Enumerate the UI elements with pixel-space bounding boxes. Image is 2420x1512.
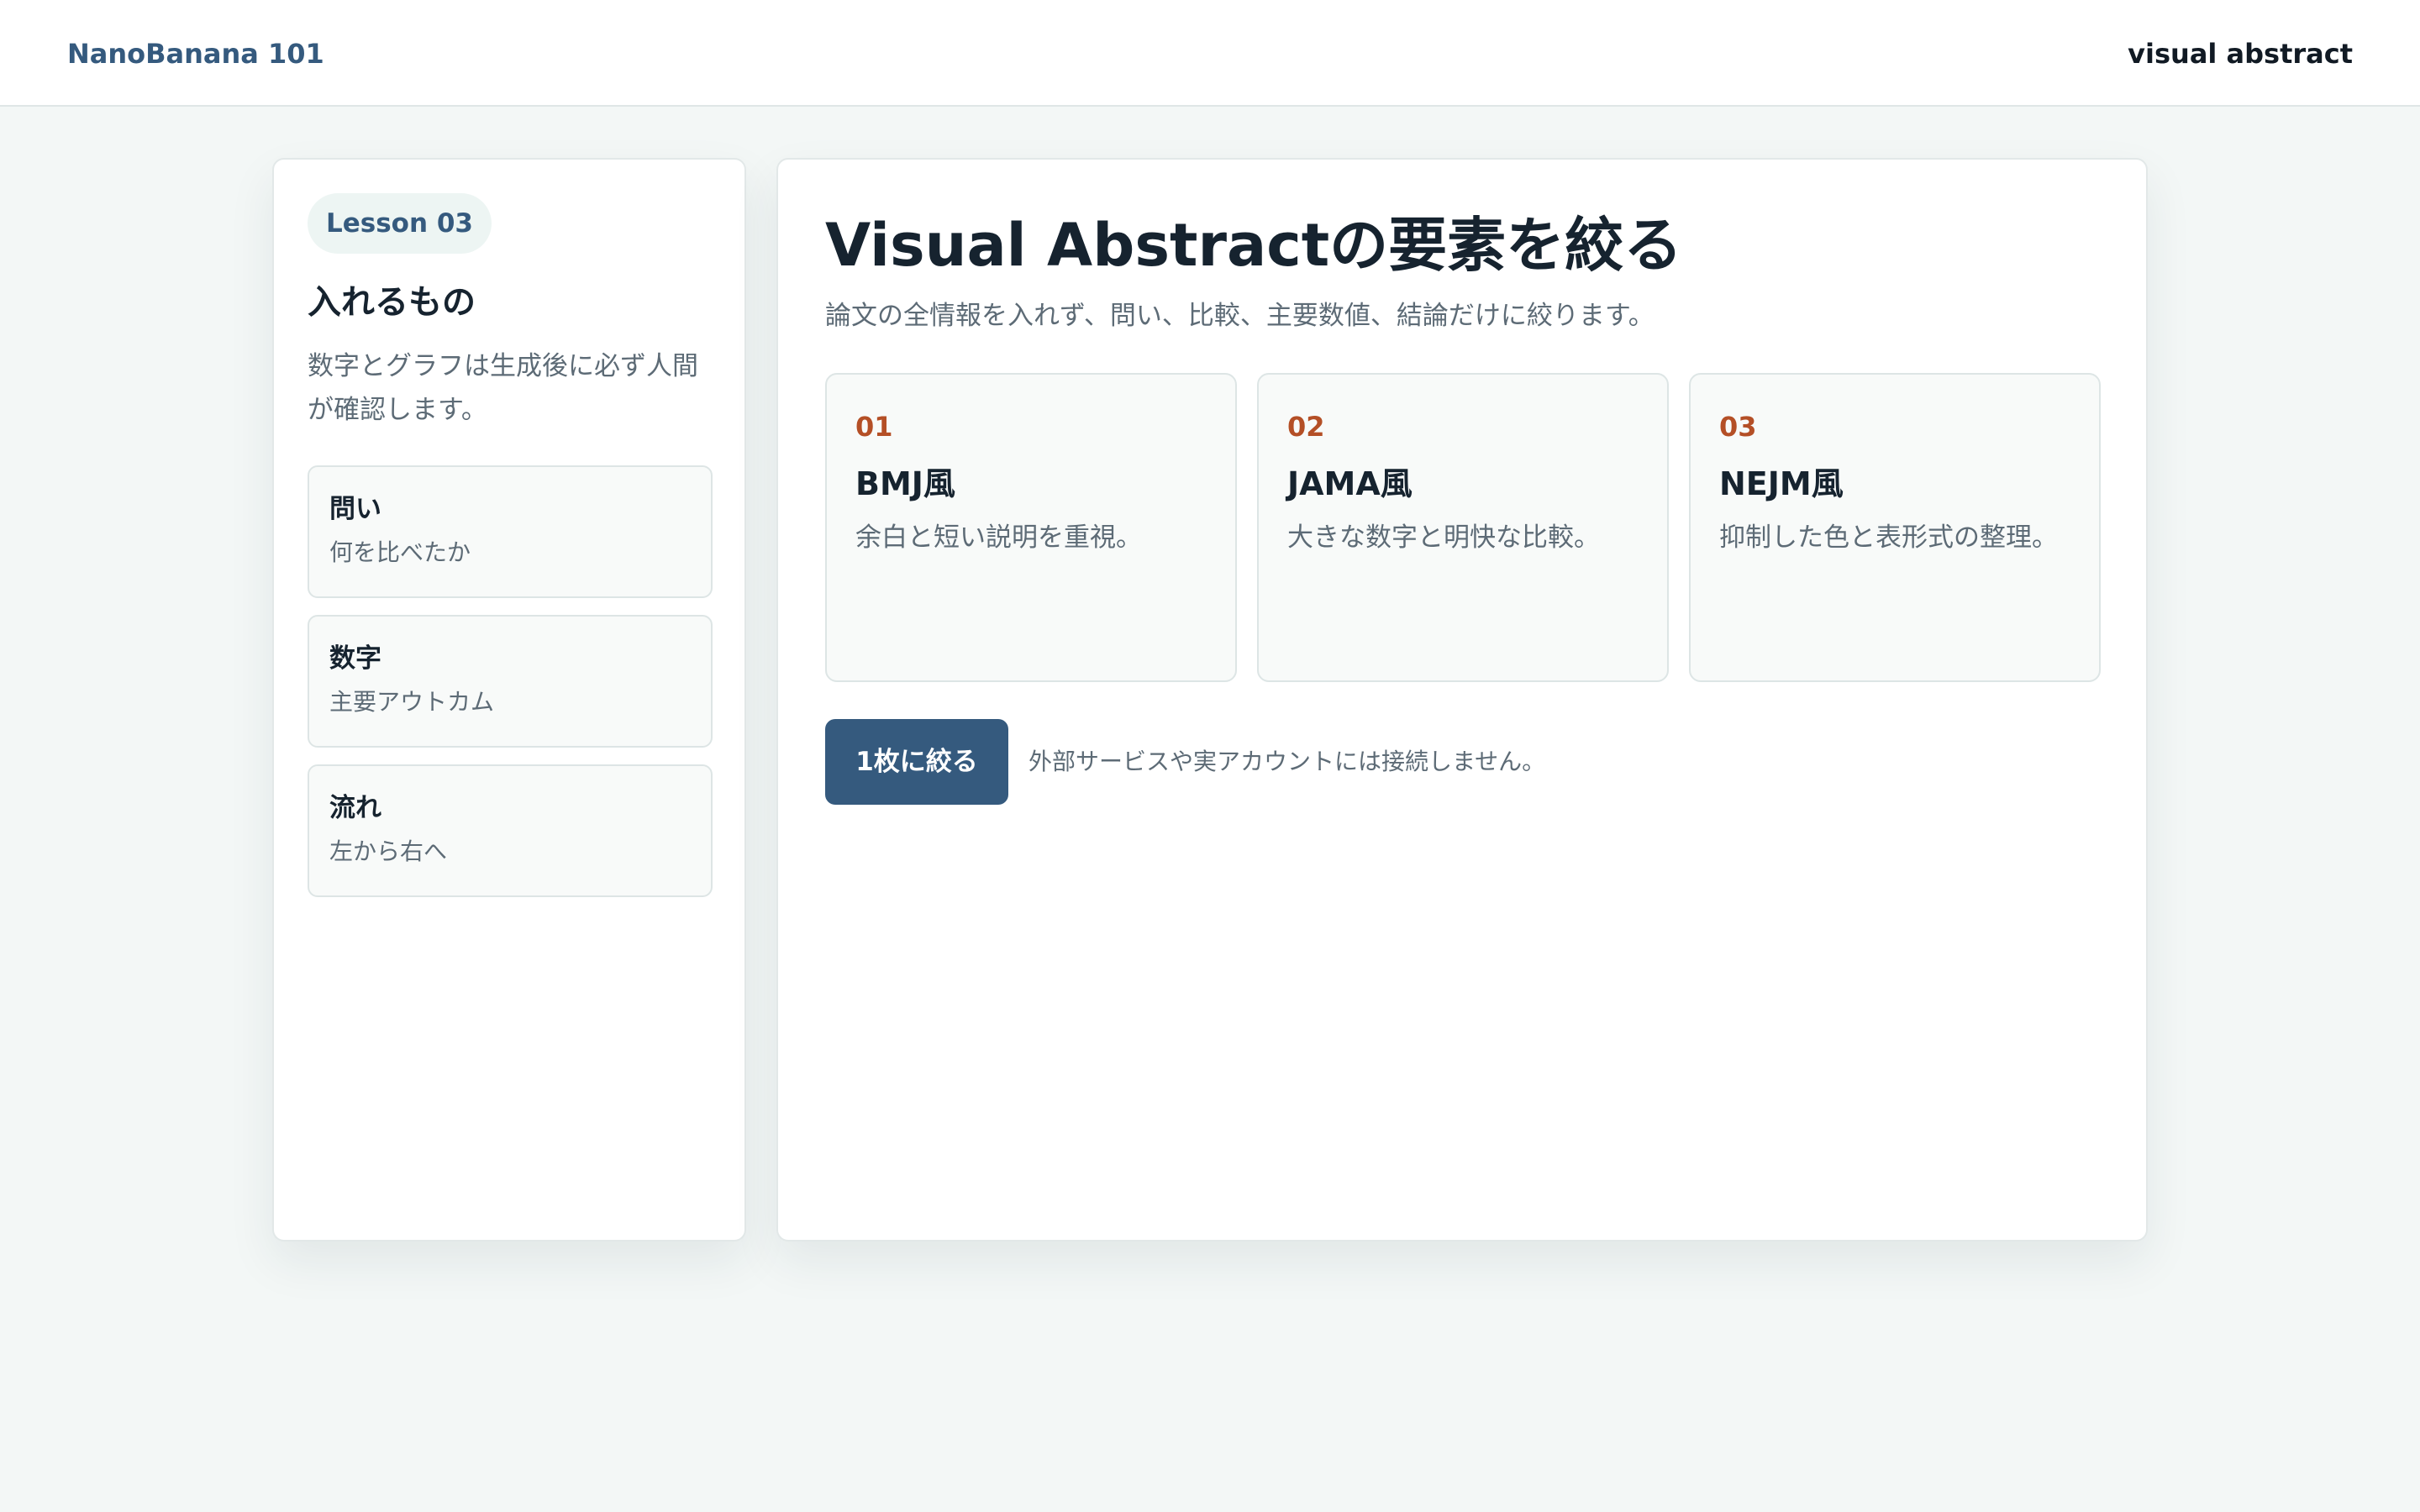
sidebar-item-subtitle: 何を比べたか xyxy=(329,538,471,566)
style-card-bmj[interactable]: 01 BMJ風 余白と短い説明を重視。 xyxy=(825,373,1237,682)
card-title: NEJM風 xyxy=(1719,465,1844,502)
card-description: 大きな数字と明快な比較。 xyxy=(1287,522,1600,553)
topic-label: visual abstract xyxy=(2128,38,2353,70)
style-card-jama[interactable]: 02 JAMA風 大きな数字と明快な比較。 xyxy=(1257,373,1669,682)
sidebar-item-title: 問い xyxy=(329,494,381,524)
page-description: 論文の全情報を入れず、問い、比較、主要数値、結論だけに絞ります。 xyxy=(825,301,1655,331)
sidebar-item-title: 流れ xyxy=(329,793,381,823)
sidebar-description: 数字とグラフは生成後に必ず人間が確認します。 xyxy=(308,351,698,425)
card-number: 03 xyxy=(1719,411,1757,443)
page-title: Visual Abstractの要素を絞る xyxy=(825,211,1683,280)
brand-logo[interactable]: NanoBanana 101 xyxy=(67,34,324,74)
card-title: JAMA風 xyxy=(1287,465,1413,502)
sidebar-title: 入れるもの xyxy=(308,283,476,322)
sidebar-item-subtitle: 主要アウトカム xyxy=(329,688,495,716)
card-number: 02 xyxy=(1287,411,1325,443)
style-card-nejm[interactable]: 03 NEJM風 抑制した色と表形式の整理。 xyxy=(1689,373,2101,682)
narrow-to-one-button[interactable]: 1枚に絞る xyxy=(825,719,1008,805)
sidebar-item-subtitle: 左から右へ xyxy=(329,837,448,865)
main-content-panel: Visual Abstractの要素を絞る 論文の全情報を入れず、問い、比較、主… xyxy=(776,158,2148,1242)
lesson-sidebar: Lesson 03 入れるもの 数字とグラフは生成後に必ず人間が確認します。 問… xyxy=(272,158,746,1242)
lesson-badge: Lesson 03 xyxy=(308,193,492,254)
sidebar-item-question: 問い 何を比べたか xyxy=(308,465,713,598)
sidebar-item-title: 数字 xyxy=(329,643,381,674)
sidebar-item-flow: 流れ 左から右へ xyxy=(308,764,713,897)
card-title: BMJ風 xyxy=(855,465,955,502)
sidebar-item-numbers: 数字 主要アウトカム xyxy=(308,615,713,748)
card-description: 抑制した色と表形式の整理。 xyxy=(1719,522,2058,553)
card-description: 余白と短い説明を重視。 xyxy=(855,522,1142,553)
top-bar: NanoBanana 101 visual abstract xyxy=(0,0,2420,107)
action-note: 外部サービスや実アカウントには接続しません。 xyxy=(1028,748,1546,775)
card-number: 01 xyxy=(855,411,893,443)
